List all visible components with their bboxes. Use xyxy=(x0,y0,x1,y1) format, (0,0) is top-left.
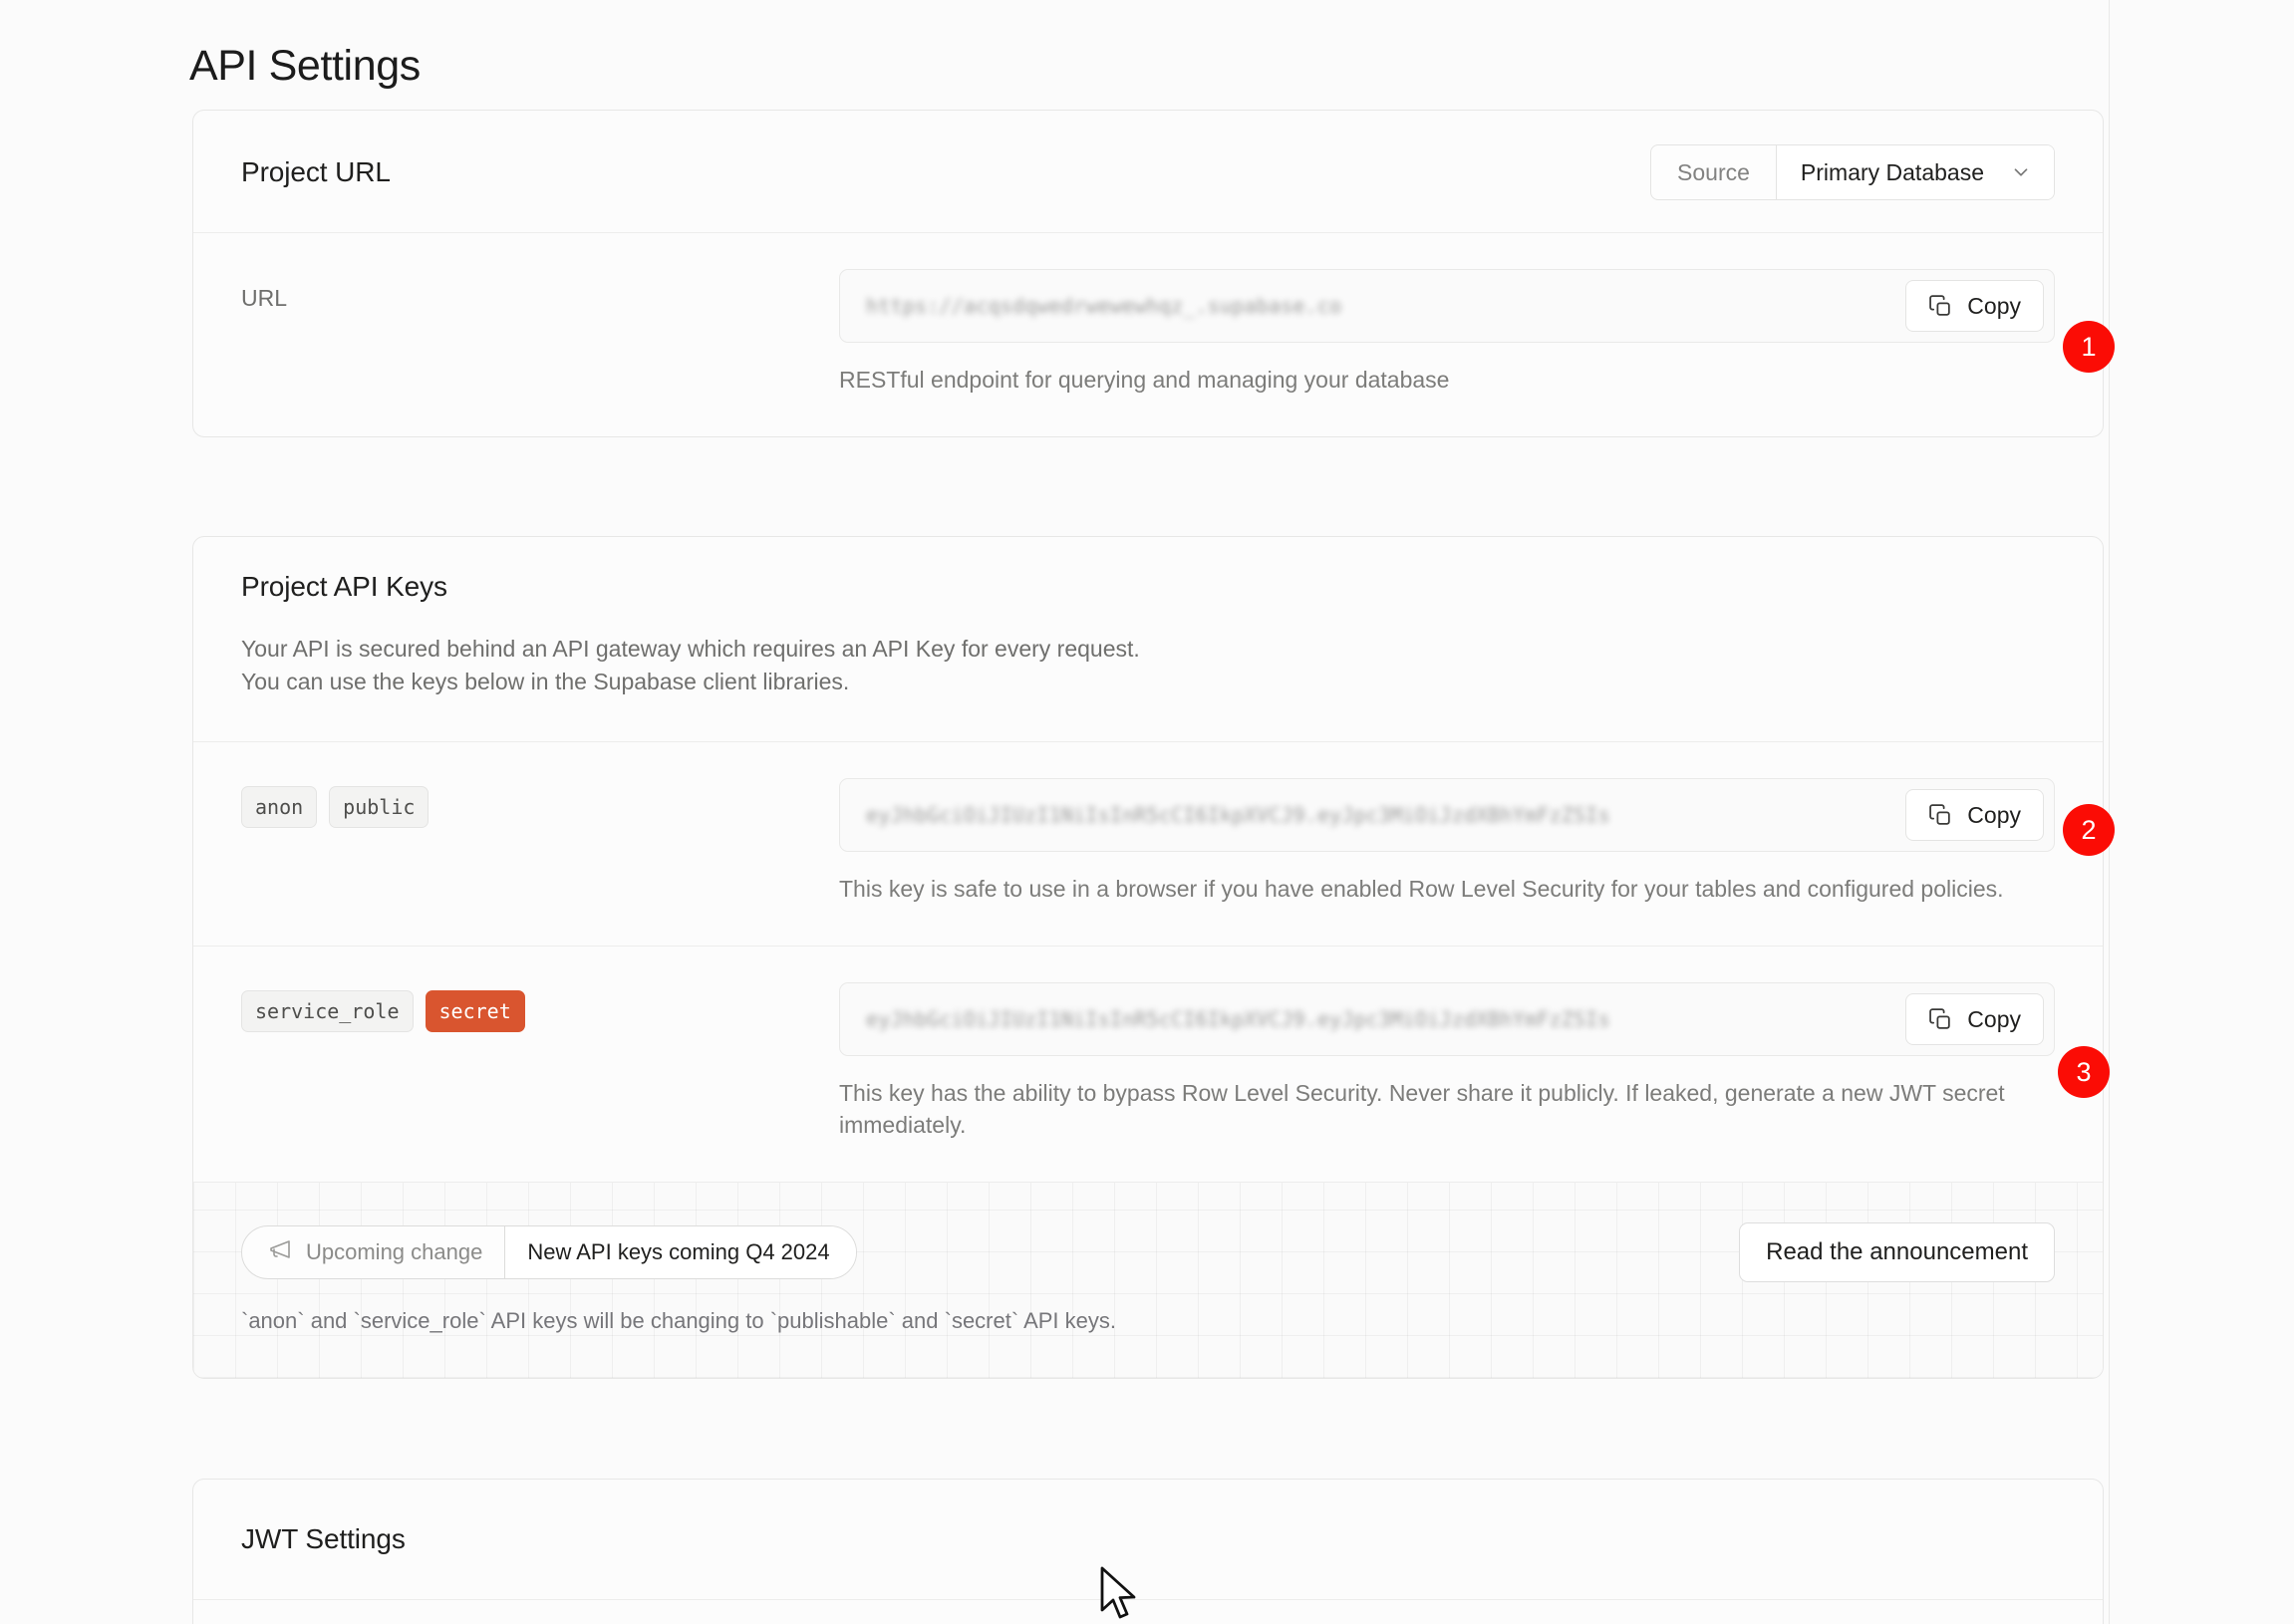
project-api-keys-card: Project API Keys Your API is secured beh… xyxy=(192,536,2104,1379)
url-label: URL xyxy=(241,269,839,312)
url-field[interactable]: https://acqsdqwedrwewewhqz_.supabase.co … xyxy=(839,269,2055,343)
badge-anon: anon xyxy=(241,786,317,828)
upcoming-change-pill: Upcoming change New API keys coming Q4 2… xyxy=(241,1225,857,1279)
right-edge-divider xyxy=(2109,0,2110,1624)
upcoming-change-banner: Upcoming change New API keys coming Q4 2… xyxy=(193,1183,2103,1378)
copy-url-button[interactable]: Copy xyxy=(1905,280,2044,332)
service-role-key-description: This key has the ability to bypass Row L… xyxy=(839,1078,2055,1141)
upcoming-change-pill-left-label: Upcoming change xyxy=(306,1239,482,1265)
marker-1: 1 xyxy=(2063,321,2115,373)
service-role-key-badges: service_role secret xyxy=(241,982,839,1032)
service-role-key-content: eyJhbGciOiJIUzI1NiIsInR5cCI6IkpXVCJ9.eyJ… xyxy=(839,982,2055,1141)
badge-service-role: service_role xyxy=(241,990,414,1032)
source-select-label: Source xyxy=(1651,145,1776,199)
project-url-row: URL https://acqsdqwedrwewewhqz_.supabase… xyxy=(193,233,2103,436)
copy-service-role-key-button-label: Copy xyxy=(1967,1006,2021,1033)
copy-icon xyxy=(1928,294,1953,319)
chevron-down-icon xyxy=(2010,161,2032,183)
source-select-value-wrap[interactable]: Primary Database xyxy=(1776,145,2054,199)
project-url-card: Project URL Source Primary Database URL … xyxy=(192,110,2104,437)
api-keys-description: Your API is secured behind an API gatewa… xyxy=(241,633,2055,697)
copy-icon xyxy=(1928,803,1953,828)
copy-service-role-key-button[interactable]: Copy xyxy=(1905,993,2044,1045)
jwt-settings-card: JWT Settings xyxy=(192,1479,2104,1624)
mouse-cursor xyxy=(1096,1566,1144,1624)
anon-key-value: eyJhbGciOiJIUzI1NiIsInR5cCI6IkpXVCJ9.eyJ… xyxy=(866,803,1905,827)
copy-url-button-label: Copy xyxy=(1967,293,2021,320)
api-settings-page: API Settings Project URL Source Primary … xyxy=(0,0,2294,1624)
project-url-heading: Project URL xyxy=(241,156,391,188)
anon-key-description: This key is safe to use in a browser if … xyxy=(839,874,2055,906)
url-description: RESTful endpoint for querying and managi… xyxy=(839,365,2055,397)
service-role-key-row: service_role secret eyJhbGciOiJIUzI1NiIs… xyxy=(193,947,2103,1181)
megaphone-icon xyxy=(268,1237,292,1267)
url-content: https://acqsdqwedrwewewhqz_.supabase.co … xyxy=(839,269,2055,397)
copy-anon-key-button[interactable]: Copy xyxy=(1905,789,2044,841)
upcoming-change-pill-right: New API keys coming Q4 2024 xyxy=(504,1226,855,1278)
upcoming-change-pill-left: Upcoming change xyxy=(242,1226,504,1278)
marker-2: 2 xyxy=(2063,804,2115,856)
copy-anon-key-button-label: Copy xyxy=(1967,802,2021,829)
api-keys-card-header: Project API Keys Your API is secured beh… xyxy=(193,537,2103,741)
anon-key-field[interactable]: eyJhbGciOiJIUzI1NiIsInR5cCI6IkpXVCJ9.eyJ… xyxy=(839,778,2055,852)
source-select-value: Primary Database xyxy=(1801,159,1984,186)
anon-key-content: eyJhbGciOiJIUzI1NiIsInR5cCI6IkpXVCJ9.eyJ… xyxy=(839,778,2055,906)
copy-icon xyxy=(1928,1007,1953,1032)
anon-key-badges: anon public xyxy=(241,778,839,828)
api-keys-description-line-2: You can use the keys below in the Supaba… xyxy=(241,666,2055,698)
project-url-card-header: Project URL Source Primary Database xyxy=(193,111,2103,232)
divider xyxy=(193,1599,2103,1600)
jwt-settings-card-header: JWT Settings xyxy=(193,1480,2103,1599)
anon-key-row: anon public eyJhbGciOiJIUzI1NiIsInR5cCI6… xyxy=(193,742,2103,946)
url-value: https://acqsdqwedrwewewhqz_.supabase.co xyxy=(866,294,1905,318)
api-keys-description-line-1: Your API is secured behind an API gatewa… xyxy=(241,633,2055,666)
badge-secret: secret xyxy=(426,990,525,1032)
page-title: API Settings xyxy=(189,42,421,91)
upcoming-change-note: `anon` and `service_role` API keys will … xyxy=(241,1308,2055,1334)
service-role-key-value: eyJhbGciOiJIUzI1NiIsInR5cCI6IkpXVCJ9.eyJ… xyxy=(866,1007,1905,1031)
api-keys-heading: Project API Keys xyxy=(241,571,2055,603)
source-select[interactable]: Source Primary Database xyxy=(1650,144,2055,200)
marker-3: 3 xyxy=(2058,1046,2110,1098)
service-role-key-field[interactable]: eyJhbGciOiJIUzI1NiIsInR5cCI6IkpXVCJ9.eyJ… xyxy=(839,982,2055,1056)
badge-public: public xyxy=(329,786,429,828)
read-announcement-button[interactable]: Read the announcement xyxy=(1739,1222,2055,1282)
jwt-settings-heading: JWT Settings xyxy=(241,1523,406,1555)
